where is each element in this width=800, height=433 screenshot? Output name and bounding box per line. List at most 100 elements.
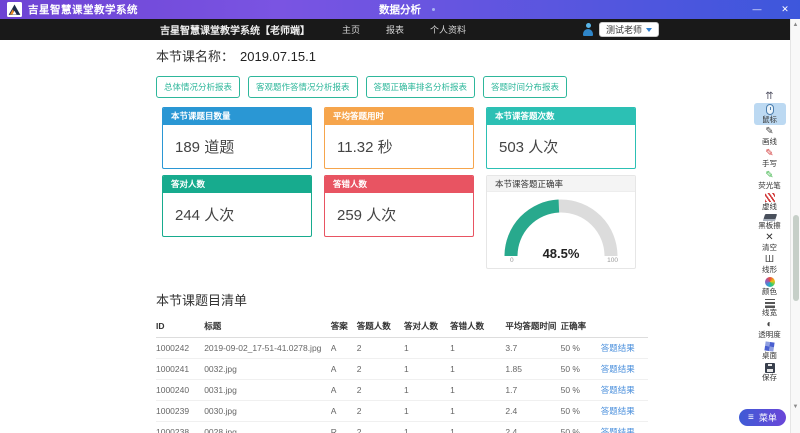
table-cell: 答题结果 [601,401,648,422]
menu-button[interactable]: ≡ 菜单 [739,409,786,426]
chevron-down-icon [646,28,652,32]
stat-card-value: 259 人次 [325,193,473,225]
highlighter-icon: ✎ [765,171,773,181]
answer-result-link[interactable]: 答题结果 [601,343,635,353]
table-cell: 1 [450,359,505,380]
table-row: 10002410032.jpgA2111.8550 %答题结果 [156,359,648,380]
toolbar-item-label: 颜色 [762,287,777,296]
lesson-heading: 本节课名称：2019.07.15.1 [156,46,650,65]
line-shape-icon: Ш [765,255,774,265]
toolbar-item-save[interactable]: 保存 [754,362,786,383]
report-button[interactable]: 客观题作答情况分析报表 [248,76,358,98]
table-cell: 1.85 [505,359,560,380]
toolbar-item-highlighter[interactable]: ✎荧光笔 [754,170,786,191]
toolbar-item-color[interactable]: 颜色 [754,276,786,297]
user-name: 测试老师 [606,23,642,36]
table-row: 10002390030.jpgA2112.450 %答题结果 [156,401,648,422]
navbar-brand: 吉星智慧课堂教学系统【老师端】 [160,22,310,37]
table-cell: 2 [357,380,404,401]
app-window: 吉星智慧课堂教学系统 数据分析 — ✕ 吉星智慧课堂教学系统【老师端】 主页 报表… [0,0,800,433]
table-cell: 2 [357,338,404,359]
table-row: 10002422019-09-02_17-51-41.0278.jpgA2113… [156,338,648,359]
table-cell: 1000240 [156,380,204,401]
main-content: 本节课名称：2019.07.15.1 总体情况分析报表客观题作答情况分析报表答题… [0,40,800,433]
minimize-icon[interactable]: — [750,0,764,19]
toolbar-item-label: 桌面 [762,351,777,360]
toolbar-item-draw-line[interactable]: ✎画线 [754,126,786,147]
scroll-up-icon[interactable]: ▲ [791,22,800,28]
toolbar-item-line-shape[interactable]: Ш线形 [754,254,786,275]
report-button[interactable]: 总体情况分析报表 [156,76,240,98]
table-cell: 1.7 [505,380,560,401]
scroll-down-icon[interactable]: ▼ [791,404,800,410]
table-cell: A [331,338,357,359]
stat-cards: 本节课题目数量189 道题平均答题用时11.32 秒本节课答题次数503 人次 … [162,107,650,270]
desktop-icon [764,341,774,351]
scrollbar[interactable]: ▲ ▼ [790,19,800,433]
save-icon [765,363,775,373]
table-cell: 1000238 [156,422,204,433]
table-cell: 2 [357,422,404,433]
toolbar-item-dashed-line[interactable]: 虚线 [754,192,786,212]
navbar-menu: 主页 报表 个人资料 [342,23,466,36]
stat-card-title: 平均答题用时 [325,108,473,125]
toolbar-item-label: 手写 [762,159,777,168]
table-header-cell: 正确率 [561,316,601,338]
toolbar-item-desktop[interactable]: 桌面 [754,341,786,361]
table-cell: A [331,359,357,380]
report-buttons: 总体情况分析报表客观题作答情况分析报表答题正确率排名分析报表答题时间分布报表 [156,76,650,98]
stat-card: 本节课题目数量189 道题 [162,107,312,169]
accuracy-gauge-card: 本节课答题正确率 48.5% 0 100 [486,175,636,269]
table-cell: 50 % [561,380,601,401]
toolbar-collapse[interactable]: ⇈ [754,91,786,102]
toolbar-item-label: 黑板擦 [758,221,781,230]
close-icon[interactable]: ✕ [778,0,792,19]
gauge-min-label: 0 [510,257,514,264]
stat-card-value: 189 道题 [163,125,311,157]
answer-result-link[interactable]: 答题结果 [601,406,635,416]
toolbar-item-mouse[interactable]: 鼠标 [754,103,786,125]
table-cell: 1 [404,401,450,422]
user-avatar-icon [582,23,594,36]
scrollbar-thumb[interactable] [793,215,799,301]
nav-item-0[interactable]: 主页 [342,23,360,36]
handwrite-icon: ✎ [765,149,773,159]
toolbar-item-handwrite[interactable]: ✎手写 [754,148,786,169]
window-title: 数据分析 [379,2,421,17]
toolbar-item-opacity[interactable]: ◐透明度 [754,319,786,340]
table-cell: 2 [357,401,404,422]
report-button[interactable]: 答题时间分布报表 [483,76,567,98]
window-brand: 吉星智慧课堂教学系统 [28,2,138,17]
table-cell: 1 [450,422,505,433]
user-dropdown-button[interactable]: 测试老师 [599,22,659,37]
question-list-section: 本节课题目清单 ID标题答案答题人数答对人数答错人数平均答题时间正确率 1000… [156,290,650,433]
table-cell: 50 % [561,359,601,380]
annotation-toolbar: ⇈ 鼠标✎画线✎手写✎荧光笔虚线黑板擦✕清空Ш线形颜色线宽◐透明度桌面保存 [752,91,787,383]
table-cell: 答题结果 [601,380,648,401]
table-cell: 50 % [561,401,601,422]
nav-item-1[interactable]: 报表 [386,23,404,36]
table-cell: 0030.jpg [204,401,331,422]
toolbar-item-line-width[interactable]: 线宽 [754,298,786,318]
toolbar-item-clear[interactable]: ✕清空 [754,232,786,253]
stat-card: 答错人数259 人次 [324,175,474,237]
app-logo-icon [7,2,22,17]
table-header-cell: 答错人数 [450,316,505,338]
toolbar-item-eraser[interactable]: 黑板擦 [754,213,786,231]
answer-result-link[interactable]: 答题结果 [601,427,635,433]
table-cell: 答题结果 [601,422,648,433]
table-cell: 1 [450,338,505,359]
answer-result-link[interactable]: 答题结果 [601,364,635,374]
menu-button-label: 菜单 [759,411,777,424]
table-cell: A [331,401,357,422]
app-navbar: 吉星智慧课堂教学系统【老师端】 主页 报表 个人资料 测试老师 [0,19,800,40]
stat-card-title: 本节课题目数量 [163,108,311,125]
stat-card-value: 503 人次 [487,125,635,157]
table-cell: 答题结果 [601,359,648,380]
color-icon [765,277,775,287]
toolbar-item-label: 清空 [762,243,777,252]
table-cell: 2 [357,359,404,380]
report-button[interactable]: 答题正确率排名分析报表 [366,76,476,98]
answer-result-link[interactable]: 答题结果 [601,385,635,395]
nav-item-2[interactable]: 个人资料 [430,23,466,36]
